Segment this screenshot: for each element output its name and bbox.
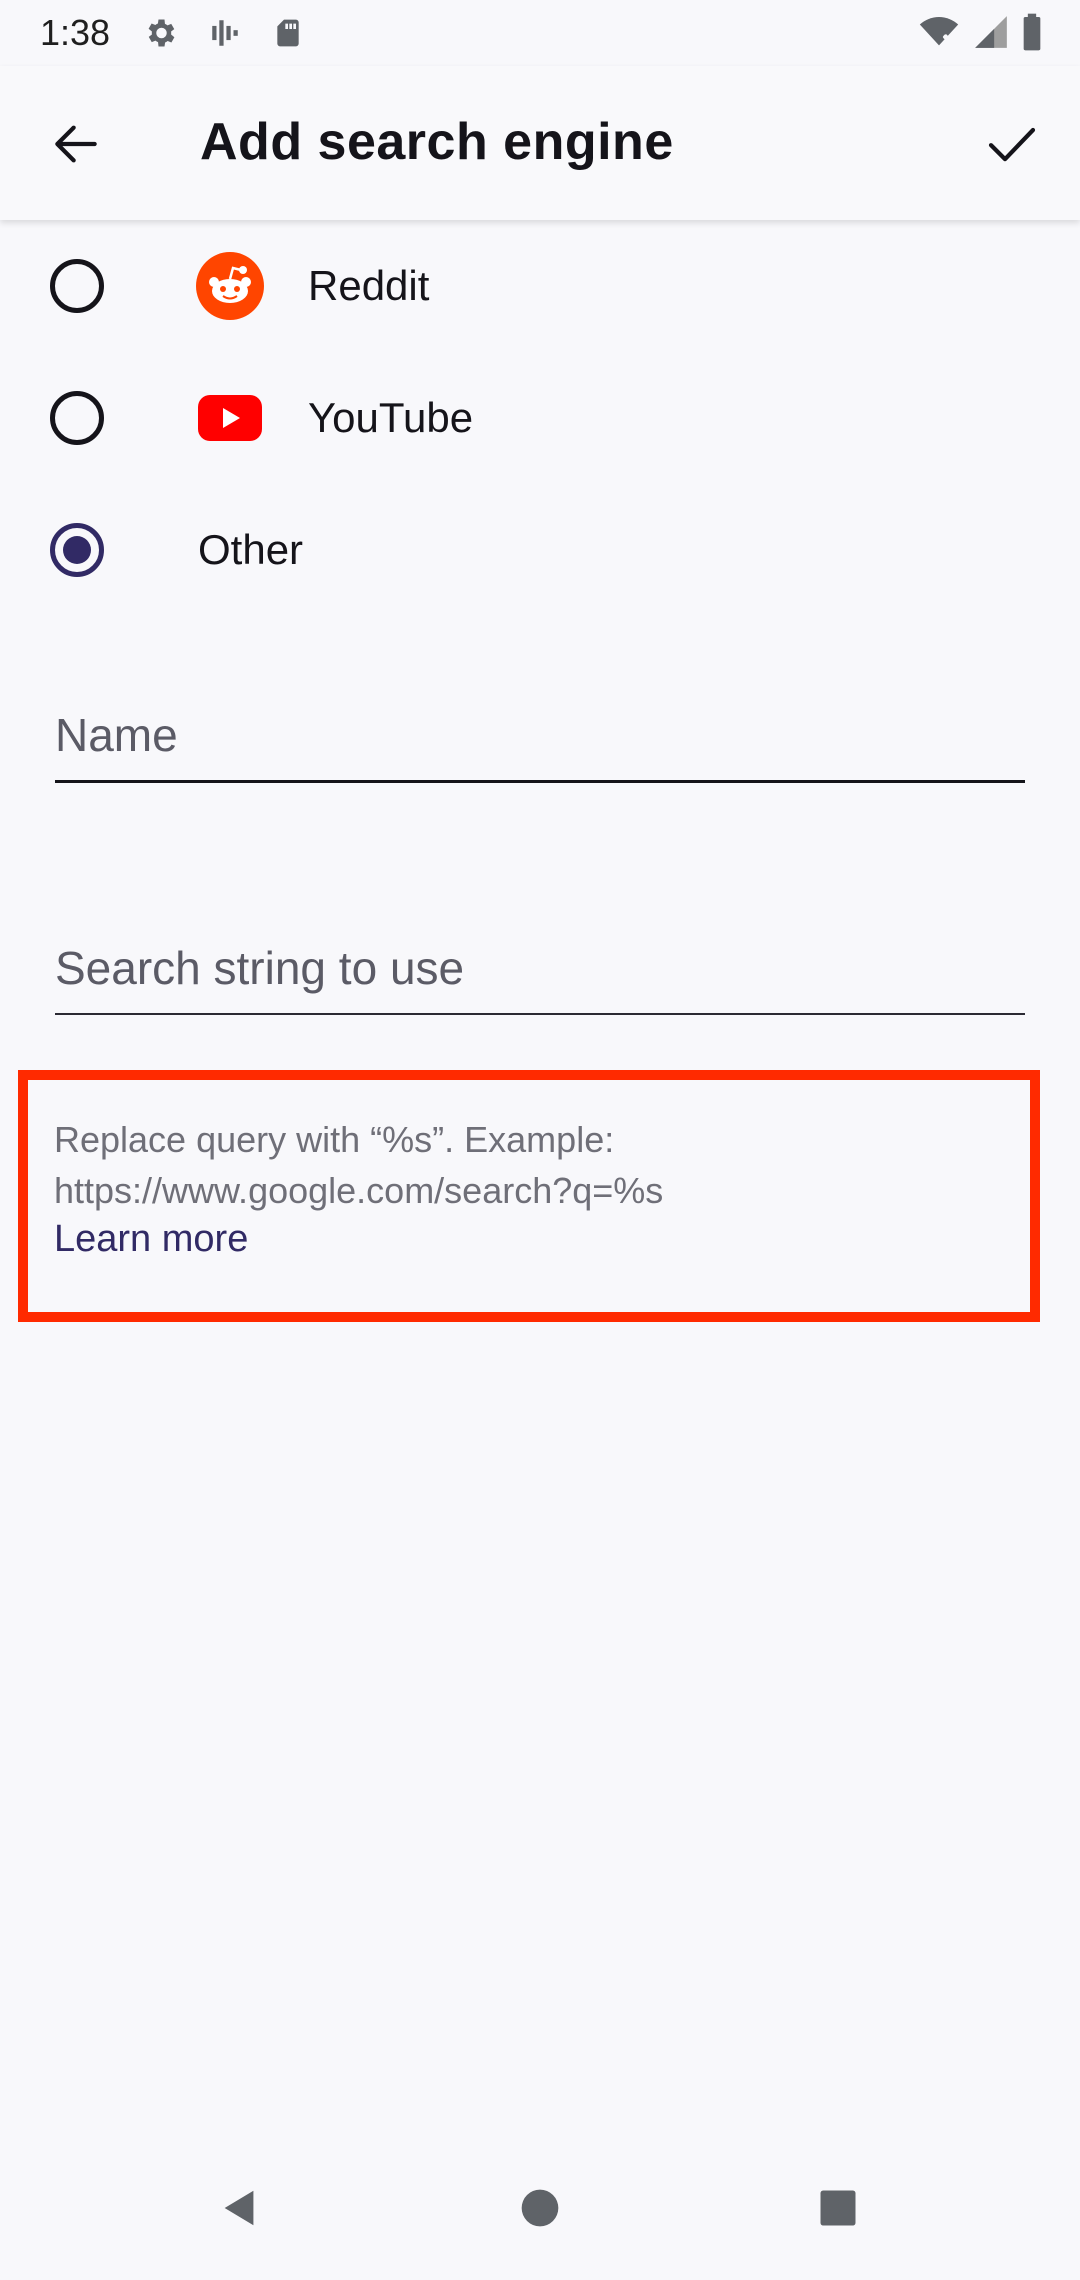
nav-recents-button[interactable] (798, 2170, 878, 2250)
page-title: Add search engine (200, 113, 674, 171)
youtube-icon (196, 384, 264, 452)
battery-icon (1020, 12, 1044, 52)
nav-home-button[interactable] (500, 2170, 580, 2250)
radio-button-reddit[interactable] (50, 259, 104, 313)
save-button[interactable] (974, 108, 1050, 184)
helper-highlight-box: Replace query with “%s”. Example: https:… (18, 1070, 1040, 1322)
search-string-field[interactable]: Search string to use (55, 925, 1025, 1015)
helper-text: Replace query with “%s”. Example: https:… (54, 1114, 1014, 1216)
back-triangle-icon (217, 2185, 263, 2236)
name-field[interactable]: Name (55, 693, 1025, 783)
cell-signal-icon (972, 12, 1010, 52)
name-field-placeholder: Name (55, 709, 178, 761)
back-button[interactable] (38, 108, 114, 184)
engine-option-other[interactable]: Other (0, 484, 1080, 616)
status-bar: 1:38 (0, 0, 1080, 66)
engine-label-youtube: YouTube (308, 394, 474, 441)
system-nav-bar (0, 2140, 1080, 2280)
search-string-placeholder: Search string to use (55, 942, 465, 994)
app-toolbar: Add search engine (0, 66, 1080, 220)
engine-option-reddit[interactable]: Reddit (0, 220, 1080, 352)
reddit-icon (196, 252, 264, 320)
helper-text-line1: Replace query with “%s”. Example: (54, 1119, 615, 1160)
status-time: 1:38 (40, 12, 111, 53)
engine-label-reddit: Reddit (308, 262, 430, 309)
settings-gear-icon (142, 15, 178, 51)
status-icons-right (916, 12, 1044, 52)
wifi-icon (916, 12, 962, 52)
signal-bars-icon (208, 16, 242, 50)
check-icon (984, 116, 1040, 177)
nav-back-button[interactable] (200, 2170, 280, 2250)
recents-square-icon (817, 2187, 859, 2234)
learn-more-link[interactable]: Learn more (54, 1218, 248, 1261)
helper-text-line2: https://www.google.com/search?q=%s (54, 1170, 664, 1211)
engine-option-youtube[interactable]: YouTube (0, 352, 1080, 484)
engine-label-other: Other (198, 526, 304, 573)
arrow-left-icon (48, 116, 104, 177)
status-icons-left (142, 15, 304, 51)
radio-button-youtube[interactable] (50, 391, 104, 445)
radio-selected-dot (63, 536, 91, 564)
radio-button-other[interactable] (50, 523, 104, 577)
sd-card-icon (272, 16, 304, 50)
home-circle-icon (518, 2186, 562, 2235)
